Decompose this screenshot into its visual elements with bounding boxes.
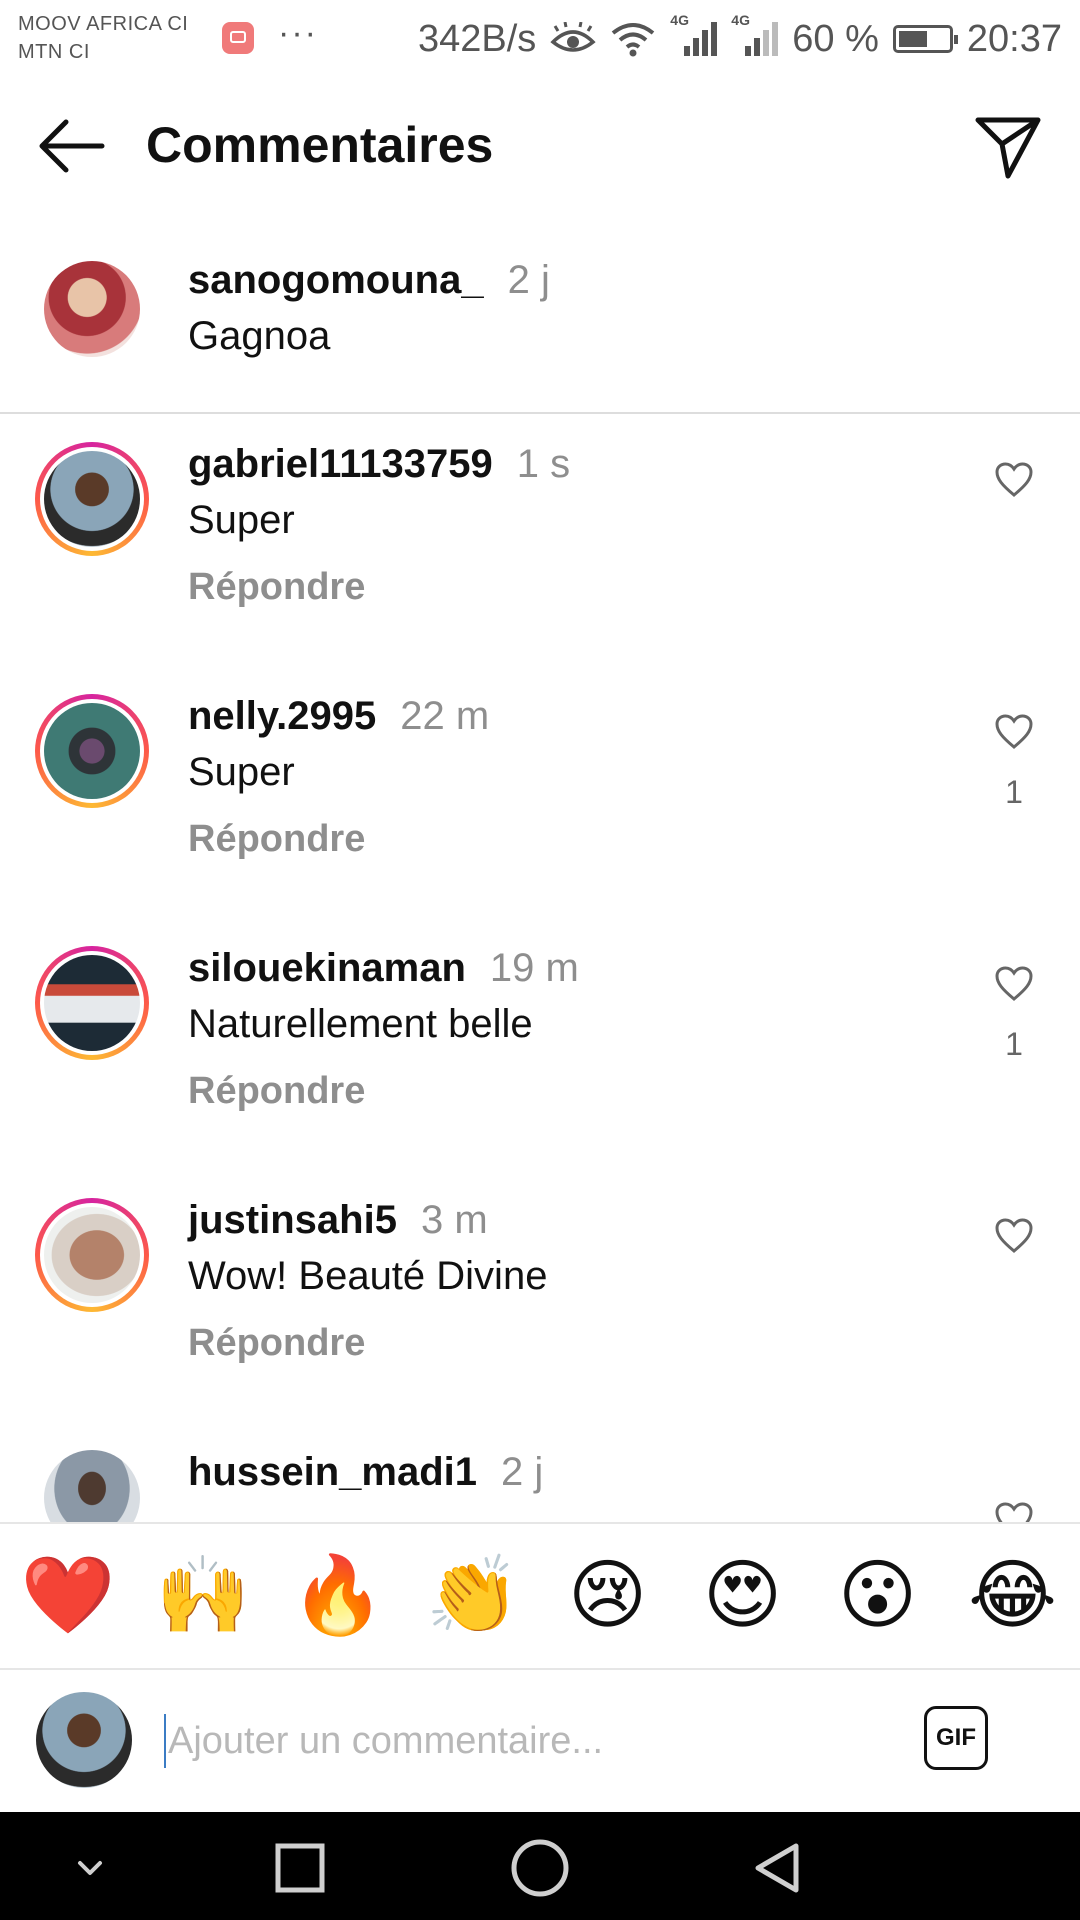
avatar[interactable]	[44, 955, 140, 1051]
clock: 20:37	[966, 17, 1062, 60]
signal-icon-1: 4G	[670, 12, 718, 56]
reply-button[interactable]: Répondre	[188, 1322, 365, 1365]
post-caption: sanogomouna_ 2 j Gagnoa	[0, 230, 1080, 414]
comment-time: 3 m	[420, 1198, 488, 1242]
reply-button[interactable]: Répondre	[188, 566, 365, 609]
username-text[interactable]: justinsahi5	[188, 1198, 397, 1242]
status-bar: MOOV AFRICA CI MTN CI ··· 342B/s 4G 4G 6…	[0, 0, 1080, 78]
network-type-2: 4G	[731, 12, 750, 28]
network-speed: 342B/s	[417, 17, 537, 60]
gif-button[interactable]: GIF	[924, 1706, 988, 1770]
comment-text: Super	[188, 498, 295, 542]
comment-list[interactable]: gabriel11133759 1 s Super Répondre nelly.…	[0, 414, 1080, 1522]
carrier-2: MTN CI	[18, 41, 90, 63]
avatar[interactable]	[44, 1207, 140, 1303]
comment-item: gabriel11133759 1 s Super Répondre	[0, 442, 1080, 694]
header: Commentaires	[0, 90, 1080, 200]
caption-time: 2 j	[507, 258, 550, 302]
status-right: 342B/s 4G 4G 60 % 20:37	[417, 12, 1062, 64]
avatar[interactable]	[44, 451, 140, 547]
username-text[interactable]: silouekinaman	[188, 946, 466, 990]
username-text[interactable]: sanogomouna_	[188, 258, 484, 302]
comment-username[interactable]: justinsahi5 3 m	[188, 1198, 488, 1243]
carrier-info: MOOV AFRICA CI MTN CI	[18, 10, 188, 66]
comment-text: Wow! Beauté Divine	[188, 1254, 548, 1298]
reply-button[interactable]: Répondre	[188, 818, 365, 861]
username-text[interactable]: nelly.2995	[188, 694, 376, 738]
comment-time: 2 j	[501, 1450, 544, 1494]
emoji-quick-bar: ❤️ 🙌 🔥 👏 😢 😍 😮 😂	[0, 1522, 1080, 1670]
comment-text: Naturellement belle	[188, 1002, 533, 1046]
paper-plane-icon[interactable]	[972, 110, 1044, 182]
wifi-icon	[612, 23, 655, 57]
carrier-1: MOOV AFRICA CI	[18, 13, 189, 35]
page-title: Commentaires	[146, 117, 494, 173]
back-arrow-icon[interactable]	[36, 114, 108, 178]
comment-input[interactable]	[164, 1714, 890, 1768]
username-text[interactable]: hussein_madi1	[188, 1450, 477, 1494]
comment-time: 22 m	[400, 694, 490, 738]
comment-username[interactable]: silouekinaman 19 m	[188, 946, 579, 991]
emoji-heart-button[interactable]: ❤️	[21, 1549, 116, 1643]
emoji-clapping-button[interactable]: 👏	[426, 1549, 521, 1643]
eye-comfort-icon	[550, 22, 596, 52]
avatar[interactable]	[44, 703, 140, 799]
story-ring[interactable]	[35, 946, 149, 1060]
back-triangle-icon[interactable]	[752, 1842, 804, 1894]
comment-text: Super	[188, 750, 295, 794]
username-text[interactable]: gabriel11133759	[188, 442, 493, 486]
emoji-fire-button[interactable]: 🔥	[291, 1549, 386, 1643]
chevron-down-icon[interactable]	[64, 1842, 116, 1894]
comment-item: justinsahi5 3 m Wow! Beauté Divine Répond…	[0, 1198, 1080, 1450]
system-nav-bar	[0, 1812, 1080, 1920]
current-user-avatar	[36, 1692, 132, 1788]
notification-app-icon	[222, 22, 254, 54]
more-notifications-icon: ···	[278, 14, 318, 52]
comment-item: hussein_madi1 2 j	[0, 1450, 1080, 1522]
caption-username[interactable]: sanogomouna_ 2 j	[188, 258, 550, 303]
emoji-surprised-button[interactable]: 😮	[831, 1549, 925, 1643]
like-count: 1	[1005, 1026, 1023, 1062]
caption-text: Gagnoa	[188, 314, 331, 358]
avatar[interactable]	[44, 1450, 140, 1522]
emoji-crying-button[interactable]: 😢	[561, 1549, 655, 1643]
like-count: 1	[1005, 774, 1023, 810]
comment-item: nelly.2995 22 m Super Répondre 1	[0, 694, 1080, 946]
avatar[interactable]	[44, 261, 140, 357]
heart-icon[interactable]	[994, 460, 1034, 500]
home-circle-icon[interactable]	[510, 1838, 570, 1898]
battery-icon	[892, 25, 958, 53]
comment-item: silouekinaman 19 m Naturellement belle Ré…	[0, 946, 1080, 1198]
emoji-heart-eyes-button[interactable]: 😍	[696, 1549, 790, 1643]
emoji-tears-of-joy-button[interactable]: 😂	[966, 1549, 1060, 1643]
comment-time: 19 m	[489, 946, 579, 990]
heart-icon[interactable]	[994, 712, 1034, 752]
heart-icon[interactable]	[994, 964, 1034, 1004]
signal-icon-2: 4G	[731, 12, 779, 56]
comment-username[interactable]: hussein_madi1 2 j	[188, 1450, 543, 1495]
comment-time: 1 s	[516, 442, 571, 486]
story-ring[interactable]	[35, 442, 149, 556]
emoji-raised-hands-button[interactable]: 🙌	[156, 1549, 251, 1643]
recents-square-icon[interactable]	[274, 1842, 326, 1894]
comment-username[interactable]: nelly.2995 22 m	[188, 694, 489, 739]
comment-input-bar: GIF	[0, 1668, 1080, 1812]
heart-icon[interactable]	[994, 1500, 1034, 1522]
heart-icon[interactable]	[994, 1216, 1034, 1256]
network-type-1: 4G	[670, 12, 689, 28]
comment-username[interactable]: gabriel11133759 1 s	[188, 442, 570, 487]
story-ring[interactable]	[35, 694, 149, 808]
reply-button[interactable]: Répondre	[188, 1070, 365, 1113]
battery-percent: 60 %	[792, 17, 879, 60]
story-ring[interactable]	[35, 1198, 149, 1312]
